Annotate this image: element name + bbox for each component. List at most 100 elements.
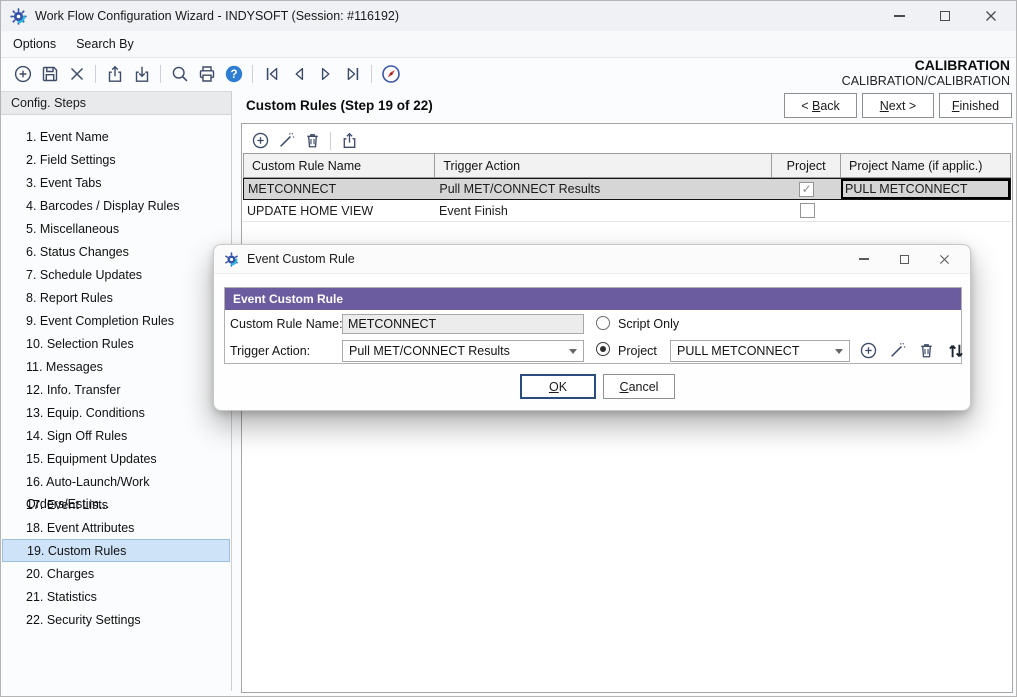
window-title: Work Flow Configuration Wizard - INDYSOF… [35,9,399,23]
sidebar-item[interactable]: 22. Security Settings [1,608,231,631]
dialog-title: Event Custom Rule [247,252,355,266]
search-icon[interactable] [166,61,193,88]
sidebar-item[interactable]: 16. Auto-Launch/Work Orders/Estim... [1,470,231,493]
sidebar-item[interactable]: 11. Messages [1,355,231,378]
edit-wand-icon[interactable] [273,128,299,154]
sidebar-item[interactable]: 13. Equip. Conditions [1,401,231,424]
add-project-icon[interactable] [856,338,881,363]
project-checkbox[interactable] [800,203,815,218]
navigator-compass-icon[interactable] [377,61,404,88]
table-header-row: Custom Rule Name Trigger Action Project … [243,153,1011,178]
project-radio[interactable] [596,342,610,356]
save-icon[interactable] [36,61,63,88]
group-header: Event Custom Rule [225,288,961,310]
help-icon[interactable]: ? [220,61,247,88]
sidebar-item[interactable]: 8. Report Rules [1,286,231,309]
sidebar-header: Config. Steps [1,91,231,115]
sidebar-item[interactable]: 7. Schedule Updates [1,263,231,286]
page-title: Custom Rules (Step 19 of 22) [246,98,433,113]
edit-project-wand-icon[interactable] [885,338,910,363]
close-button[interactable] [968,1,1014,31]
script-only-radio[interactable] [596,316,610,330]
project-checkbox[interactable]: ✓ [799,182,814,197]
cell-project: ✓ [772,179,841,199]
dialog-minimize-button[interactable] [844,245,884,273]
sidebar-item[interactable]: 12. Info. Transfer [1,378,231,401]
table-row[interactable]: UPDATE HOME VIEWEvent Finish [243,200,1011,222]
toolbar-separator [371,65,372,83]
sidebar-item[interactable]: 5. Miscellaneous [1,217,231,240]
context-block: CALIBRATION CALIBRATION/CALIBRATION [842,57,1010,88]
menu-search-by[interactable]: Search By [76,37,134,51]
column-header-project[interactable]: Project [772,154,841,177]
previous-record-icon[interactable] [285,61,312,88]
main-toolbar: ? [1,58,404,90]
delete-trash-icon[interactable] [299,128,325,154]
chevron-down-icon [569,349,577,354]
next-record-icon[interactable] [312,61,339,88]
menu-options[interactable]: Options [13,37,56,51]
sidebar-item[interactable]: 3. Event Tabs [1,171,231,194]
add-icon[interactable] [9,61,36,88]
chevron-down-icon [835,349,843,354]
reorder-up-down-icon[interactable] [943,338,968,363]
sidebar-item[interactable]: 20. Charges [1,562,231,585]
next-button[interactable]: Next > [862,93,934,118]
first-record-icon[interactable] [258,61,285,88]
trigger-action-value: Pull MET/CONNECT Results [349,344,510,358]
last-record-icon[interactable] [339,61,366,88]
sidebar-item[interactable]: 1. Event Name [1,125,231,148]
sidebar-item[interactable]: 6. Status Changes [1,240,231,263]
sidebar-item[interactable]: 17. Event Lists [1,493,231,516]
export-rules-icon[interactable] [336,128,362,154]
maximize-button[interactable] [922,1,968,31]
context-title: CALIBRATION [842,57,1010,73]
column-header-trigger-action[interactable]: Trigger Action [435,154,772,177]
column-header-project-name[interactable]: Project Name (if applic.) [841,154,1010,177]
title-bar: Work Flow Configuration Wizard - INDYSOF… [1,1,1016,32]
delete-x-icon[interactable] [63,61,90,88]
sidebar-item[interactable]: 10. Selection Rules [1,332,231,355]
export-icon[interactable] [101,61,128,88]
project-select[interactable]: PULL METCONNECT [670,340,850,362]
toolbar-separator [330,132,331,150]
cell-rule-name[interactable]: METCONNECT [244,179,435,199]
cell-rule-name[interactable]: UPDATE HOME VIEW [243,200,435,221]
sidebar-item[interactable]: 9. Event Completion Rules [1,309,231,332]
sidebar-item[interactable]: 19. Custom Rules [2,539,230,562]
add-rule-icon[interactable] [247,128,273,154]
sidebar-item[interactable]: 4. Barcodes / Display Rules [1,194,231,217]
cell-project-name[interactable] [842,200,1011,221]
sidebar-item[interactable]: 14. Sign Off Rules [1,424,231,447]
dialog-maximize-button[interactable] [884,245,924,273]
custom-rule-name-input[interactable] [342,314,584,334]
sidebar-item[interactable]: 15. Equipment Updates [1,447,231,470]
import-icon[interactable] [128,61,155,88]
trigger-action-label: Trigger Action: [230,344,310,358]
cell-project-name[interactable]: PULL METCONNECT [841,179,1010,199]
cell-trigger-action[interactable]: Event Finish [435,200,773,221]
dialog-title-bar: Event Custom Rule [214,245,970,274]
toolbar-separator [252,65,253,83]
table-row[interactable]: METCONNECTPull MET/CONNECT Results ✓ PULL … [243,178,1011,200]
column-header-custom-rule-name[interactable]: Custom Rule Name [244,154,435,177]
print-icon[interactable] [193,61,220,88]
script-only-label: Script Only [618,317,679,331]
trigger-action-select[interactable]: Pull MET/CONNECT Results [342,340,584,362]
ok-button[interactable]: OK [520,374,596,399]
back-button[interactable]: < Back [784,93,857,118]
context-subtitle: CALIBRATION/CALIBRATION [842,74,1010,88]
cancel-button[interactable]: Cancel [603,374,675,399]
cell-trigger-action[interactable]: Pull MET/CONNECT Results [435,179,772,199]
dialog-close-button[interactable] [924,245,964,273]
cell-project [773,200,842,221]
sidebar-item[interactable]: 2. Field Settings [1,148,231,171]
event-custom-rule-dialog: Event Custom Rule Event Custom Rule Cust… [213,244,971,411]
custom-rules-table: Custom Rule Name Trigger Action Project … [243,153,1011,222]
project-toolbar [856,338,968,363]
sidebar-item[interactable]: 18. Event Attributes [1,516,231,539]
minimize-button[interactable] [876,1,922,31]
sidebar-item[interactable]: 21. Statistics [1,585,231,608]
delete-project-trash-icon[interactable] [914,338,939,363]
finished-button[interactable]: Finished [939,93,1012,118]
